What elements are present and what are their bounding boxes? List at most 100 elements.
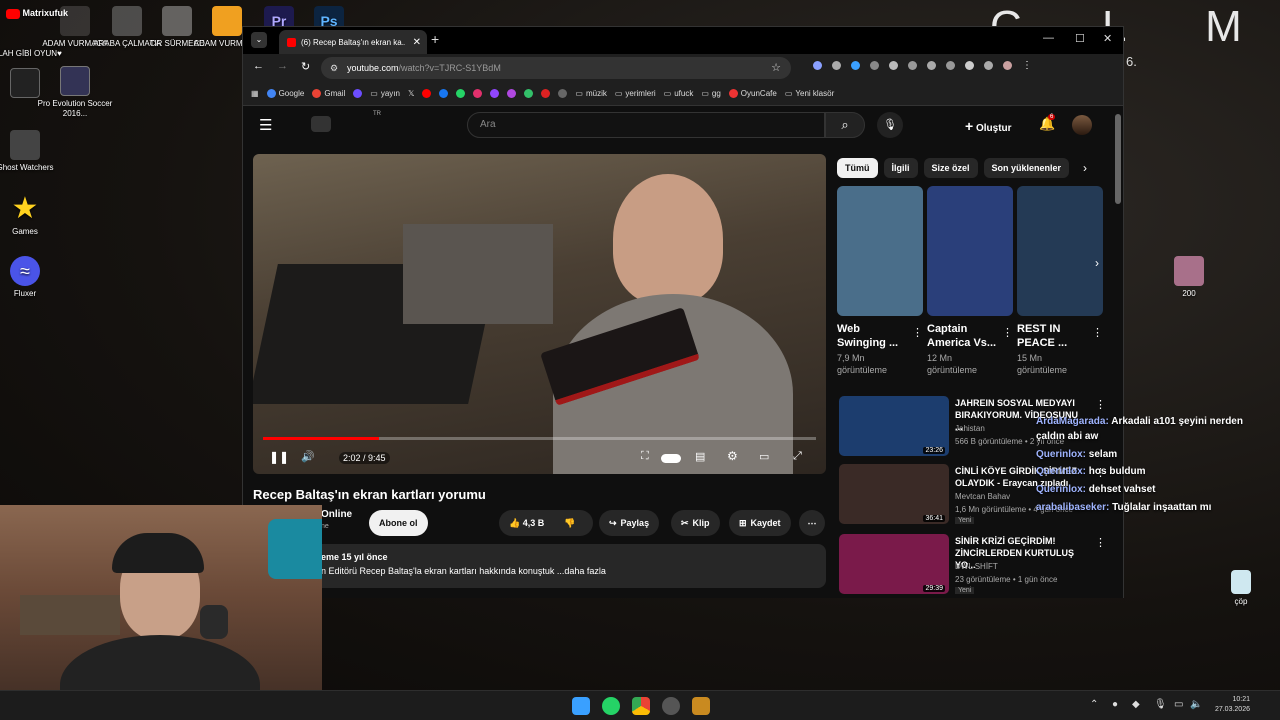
browser-tab[interactable]: (6) Recep Baltaş'ın ekran ka... ✕ [279,30,427,54]
volume-icon[interactable]: 🔊 [301,450,315,463]
start-windows-icon[interactable] [572,697,590,715]
dislike-icon[interactable]: 👎 [564,518,575,529]
desktop-icon-fluxer[interactable]: ≈ Fluxer [0,256,64,299]
bookmark-oyuncafe[interactable]: OyunCafe [728,89,777,98]
shorts-next-chevron-icon[interactable]: › [1095,256,1099,270]
extension-icon[interactable] [851,61,860,70]
more-actions-icon[interactable]: ⋮ [1092,326,1103,339]
bookmark-gmail[interactable]: Gmail [312,89,345,98]
extension-icon[interactable] [946,61,955,70]
bookmark-icon[interactable] [524,89,534,98]
more-actions-icon[interactable]: ⋮ [1095,536,1106,549]
site-info-icon[interactable]: ⚙ [330,57,338,79]
page-scrollbar[interactable] [1115,106,1121,596]
more-actions-icon[interactable]: ⋮ [1002,326,1013,339]
bookmark-icon[interactable] [541,89,551,98]
bookmark-folder-yerimleri[interactable]: ▭ yerimleri [615,89,656,98]
back-icon[interactable]: ← [253,60,264,72]
menu-dots-icon[interactable]: ⋮ [1022,61,1032,71]
extension-icon[interactable] [813,61,822,70]
more-actions-button[interactable]: ⋯ [799,510,825,536]
whatsapp-icon[interactable] [456,89,466,98]
autoplay-toggle[interactable] [661,454,681,463]
theater-mode-icon[interactable]: ▭ [759,450,769,463]
media-icon[interactable] [984,61,993,70]
search-button[interactable]: ⌕ [825,112,865,138]
desktop-icon-games[interactable]: ★ Games [0,194,64,237]
close-window-button[interactable]: ✕ [1103,32,1112,45]
subscribe-button[interactable]: Abone ol [369,510,428,536]
description-box[interactable]: eme 15 yıl önce n Editörü Recep Baltaş'l… [253,544,826,588]
reload-icon[interactable]: ↻ [301,60,310,73]
extension-icon[interactable] [889,61,898,70]
desktop-icon-200[interactable]: 200 [1150,256,1228,299]
bookmark-folder-yeni[interactable]: ▭ Yeni klasör [785,89,834,98]
bookmark-icon[interactable] [558,89,568,98]
pause-icon[interactable]: ❚❚ [269,450,289,464]
voice-search-button[interactable]: 🎙 [877,112,903,138]
chrome-taskbar-icon[interactable] [632,697,650,715]
chips-next-chevron-icon[interactable]: › [1083,161,1087,175]
minimize-button[interactable]: — [1043,32,1054,44]
search-input[interactable]: Ara [467,112,825,138]
profile-avatar-icon[interactable] [1003,61,1012,70]
miniplayer-icon[interactable]: ⛶ [641,450,649,463]
youtube-bookmark-icon[interactable] [422,89,432,98]
progress-track[interactable] [263,437,816,440]
bookmark-star-icon[interactable]: ☆ [771,57,781,79]
bookmark-folder-yayin[interactable]: ▭ yayın [370,89,400,98]
twitch-icon[interactable] [490,89,500,98]
network-icon[interactable]: ▭ [1174,699,1183,710]
fullscreen-icon[interactable]: ⤢ [793,450,802,463]
desktop-icon-recycle-bin[interactable]: çöp [1202,570,1280,607]
bookmark-google[interactable]: Google [266,89,304,98]
download-icon[interactable] [965,61,974,70]
clip-button[interactable]: ✂ Klip [671,510,720,536]
channel-name[interactable]: Online [321,509,352,520]
desktop-icon-ghost-watchers[interactable]: Ghost Watchers [0,130,64,173]
bookmark-folder-muzik[interactable]: ▭ müzik [575,89,606,98]
forward-icon[interactable]: → [277,60,288,72]
app-taskbar-icon[interactable] [662,697,680,715]
desktop-icon-pes[interactable]: Pro Evolution Soccer 2016... [36,66,114,119]
chip-for-you[interactable]: Size özel [923,158,978,178]
tray-overflow-icon[interactable]: ⌃ [1090,699,1098,710]
extension-icon[interactable] [927,61,936,70]
puzzle-icon[interactable] [870,61,879,70]
tab-search-button[interactable]: ⌄ [251,32,267,48]
video-player[interactable]: ❚❚ 🔊 2:02 / 9:45 ⛶ ▤ ⚙ ▭ ⤢ [253,154,826,474]
account-avatar[interactable] [1072,115,1092,135]
new-tab-button[interactable]: + [431,31,439,47]
hamburger-menu-icon[interactable]: ☰ [259,116,272,134]
instagram-icon[interactable] [473,89,483,98]
chip-related[interactable]: İlgili [883,158,918,178]
chip-recent[interactable]: Son yüklenenler [983,158,1070,178]
maximize-button[interactable]: ☐ [1075,32,1085,45]
tray-app-icon[interactable]: ● [1112,699,1118,710]
x-icon[interactable]: 𝕏 [408,89,414,98]
tray-app-icon[interactable]: ◆ [1132,699,1140,710]
settings-gear-icon[interactable]: ⚙ [727,449,738,463]
extension-icon[interactable] [832,61,841,70]
short-item[interactable]: Captain America Vs... 12 Mn görüntüleme … [927,186,1013,376]
youtube-logo[interactable] [311,116,331,132]
app-taskbar-icon[interactable] [692,697,710,715]
tab-close-icon[interactable]: ✕ [413,37,421,48]
short-item[interactable]: REST IN PEACE ... 15 Mn görüntüleme ⋮ [1017,186,1103,376]
chip-all[interactable]: Tümü [837,158,878,178]
more-actions-icon[interactable]: ⋮ [912,326,923,339]
microphone-tray-icon[interactable]: 🎙 [1154,699,1167,710]
bookmark-icon[interactable] [353,89,363,98]
share-button[interactable]: ↪ Paylaş [599,510,660,536]
bookmark-folder-ufuck[interactable]: ▭ ufuck [664,89,694,98]
create-button[interactable]: + Oluştur [965,118,1012,134]
short-item[interactable]: Web Swinging ... 7,9 Mn görüntüleme ⋮ [837,186,923,376]
apps-grid-icon[interactable]: ▦ [251,89,259,98]
facebook-icon[interactable] [439,89,449,98]
like-button[interactable]: 👍 4,3 B [509,518,544,529]
more-actions-icon[interactable]: ⋮ [1095,398,1106,411]
volume-tray-icon[interactable]: 🔈 [1190,699,1202,710]
bookmark-folder-gg[interactable]: ▭ gg [701,89,720,98]
url-field[interactable]: ⚙ youtube.com/watch?v=TJRC-S1YBdM ☆ [321,57,791,79]
extension-icon[interactable] [908,61,917,70]
